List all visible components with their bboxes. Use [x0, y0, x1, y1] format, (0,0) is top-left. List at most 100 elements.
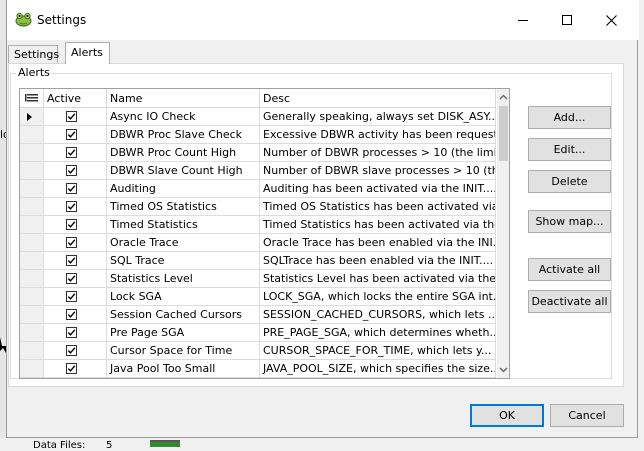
column-header-active[interactable]: Active	[44, 89, 107, 107]
add-button[interactable]: Add...	[528, 106, 611, 129]
delete-button[interactable]: Delete	[528, 170, 611, 193]
table-row[interactable]: Lock SGA LOCK_SGA, which locks the entire…	[20, 288, 496, 306]
active-checkbox[interactable]	[66, 273, 77, 284]
row-indicator[interactable]	[20, 234, 44, 252]
desc-cell[interactable]: Auditing has been activated via the INIT…	[260, 180, 496, 198]
row-indicator[interactable]	[20, 306, 44, 324]
ok-button[interactable]: OK	[470, 404, 544, 427]
tab-alerts[interactable]: Alerts	[65, 42, 110, 64]
table-row[interactable]: Auditing Auditing has been activated via …	[20, 180, 496, 198]
active-checkbox[interactable]	[66, 363, 77, 374]
desc-cell[interactable]: Timed Statistics has been activated via …	[260, 216, 496, 234]
row-indicator[interactable]	[20, 108, 44, 126]
name-cell[interactable]: Session Cached Cursors	[107, 306, 260, 324]
maximize-button[interactable]	[545, 6, 589, 34]
table-row[interactable]: Java Pool Too Small JAVA_POOL_SIZE, which…	[20, 360, 496, 378]
active-checkbox[interactable]	[66, 327, 77, 338]
row-indicator[interactable]	[20, 180, 44, 198]
activate-all-button[interactable]: Activate all	[528, 258, 611, 281]
column-header-desc[interactable]: Desc	[260, 89, 496, 107]
row-indicator[interactable]	[20, 126, 44, 144]
name-cell[interactable]: DBWR Proc Slave Check	[107, 126, 260, 144]
name-cell[interactable]: Statistics Level	[107, 270, 260, 288]
row-indicator[interactable]	[20, 162, 44, 180]
name-cell[interactable]: Timed Statistics	[107, 216, 260, 234]
grid-vertical-scrollbar[interactable]	[497, 89, 509, 378]
tab-settings[interactable]: Settings	[8, 45, 60, 63]
show-map-button[interactable]: Show map...	[528, 210, 611, 233]
active-checkbox[interactable]	[66, 165, 77, 176]
column-header-name[interactable]: Name	[107, 89, 260, 107]
background-data-files-value: 5	[106, 440, 113, 451]
row-indicator[interactable]	[20, 252, 44, 270]
row-indicator[interactable]	[20, 198, 44, 216]
table-row[interactable]: DBWR Slave Count High Number of DBWR slav…	[20, 162, 496, 180]
row-indicator[interactable]	[20, 288, 44, 306]
name-cell[interactable]: Oracle Trace	[107, 234, 260, 252]
column-chooser-header[interactable]	[20, 89, 44, 107]
table-row[interactable]: SQL Trace SQLTrace has been enabled via t…	[20, 252, 496, 270]
name-cell[interactable]: Java Pool Too Small	[107, 360, 260, 378]
active-checkbox[interactable]	[66, 201, 77, 212]
desc-cell[interactable]: PRE_PAGE_SGA, which determines wheth...	[260, 324, 496, 342]
name-cell[interactable]: Auditing	[107, 180, 260, 198]
close-button[interactable]	[589, 6, 633, 34]
cancel-button[interactable]: Cancel	[550, 404, 624, 427]
deactivate-all-button[interactable]: Deactivate all	[528, 290, 611, 313]
scroll-down-button[interactable]	[497, 362, 509, 378]
desc-cell[interactable]: Number of DBWR processes > 10 (the limit…	[260, 144, 496, 162]
column-list-icon	[25, 94, 38, 102]
table-row[interactable]: Statistics Level Statistics Level has bee…	[20, 270, 496, 288]
table-row[interactable]: Session Cached Cursors SESSION_CACHED_CUR…	[20, 306, 496, 324]
active-checkbox[interactable]	[66, 129, 77, 140]
desc-cell[interactable]: Oracle Trace has been enabled via the IN…	[260, 234, 496, 252]
desc-cell[interactable]: JAVA_POOL_SIZE, which specifies the size…	[260, 360, 496, 378]
row-indicator[interactable]	[20, 360, 44, 378]
name-cell[interactable]: Timed OS Statistics	[107, 198, 260, 216]
table-row[interactable]: Cursor Space for Time CURSOR_SPACE_FOR_TI…	[20, 342, 496, 360]
name-cell[interactable]: Cursor Space for Time	[107, 342, 260, 360]
desc-cell[interactable]: Timed OS Statistics has been activated v…	[260, 198, 496, 216]
row-indicator[interactable]	[20, 270, 44, 288]
table-row[interactable]: Pre Page SGA PRE_PAGE_SGA, which determin…	[20, 324, 496, 342]
desc-cell[interactable]: CURSOR_SPACE_FOR_TIME, which lets y...	[260, 342, 496, 360]
table-row[interactable]: Timed Statistics Timed Statistics has bee…	[20, 216, 496, 234]
desc-cell[interactable]: Excessive DBWR activity has been request…	[260, 126, 496, 144]
active-checkbox[interactable]	[66, 147, 77, 158]
name-cell[interactable]: DBWR Proc Count High	[107, 144, 260, 162]
row-indicator[interactable]	[20, 144, 44, 162]
scroll-up-button[interactable]	[497, 89, 509, 105]
desc-cell[interactable]: SESSION_CACHED_CURSORS, which lets ...	[260, 306, 496, 324]
name-cell[interactable]: Lock SGA	[107, 288, 260, 306]
desc-cell[interactable]: Statistics Level has been activated via …	[260, 270, 496, 288]
edit-button[interactable]: Edit...	[528, 138, 611, 161]
desc-cell[interactable]: Number of DBWR slave processes > 10 (th.…	[260, 162, 496, 180]
desc-cell[interactable]: Generally speaking, always set DISK_ASY.…	[260, 108, 496, 126]
table-row[interactable]: DBWR Proc Slave Check Excessive DBWR acti…	[20, 126, 496, 144]
name-cell[interactable]: Pre Page SGA	[107, 324, 260, 342]
table-row[interactable]: DBWR Proc Count High Number of DBWR proce…	[20, 144, 496, 162]
name-cell[interactable]: Async IO Check	[107, 108, 260, 126]
table-row[interactable]: Async IO Check Generally speaking, always…	[20, 108, 496, 126]
tab-settings-label: Settings	[14, 48, 60, 61]
table-row[interactable]: Timed OS Statistics Timed OS Statistics h…	[20, 198, 496, 216]
active-checkbox[interactable]	[66, 309, 77, 320]
active-checkbox[interactable]	[66, 291, 77, 302]
table-row[interactable]: Oracle Trace Oracle Trace has been enable…	[20, 234, 496, 252]
active-checkbox[interactable]	[66, 219, 77, 230]
active-checkbox[interactable]	[66, 111, 77, 122]
row-indicator[interactable]	[20, 324, 44, 342]
desc-cell[interactable]: LOCK_SGA, which locks the entire SGA int…	[260, 288, 496, 306]
active-checkbox[interactable]	[66, 255, 77, 266]
row-indicator[interactable]	[20, 216, 44, 234]
name-cell[interactable]: SQL Trace	[107, 252, 260, 270]
desc-cell[interactable]: SQLTrace has been enabled via the INIT..…	[260, 252, 496, 270]
active-checkbox[interactable]	[66, 345, 77, 356]
active-checkbox[interactable]	[66, 183, 77, 194]
row-indicator[interactable]	[20, 342, 44, 360]
scroll-thumb[interactable]	[499, 106, 508, 161]
minimize-button[interactable]	[501, 6, 545, 34]
active-checkbox[interactable]	[66, 237, 77, 248]
name-cell[interactable]: DBWR Slave Count High	[107, 162, 260, 180]
alerts-grid[interactable]: Active Name Desc Async IO Check Generally…	[19, 88, 510, 379]
